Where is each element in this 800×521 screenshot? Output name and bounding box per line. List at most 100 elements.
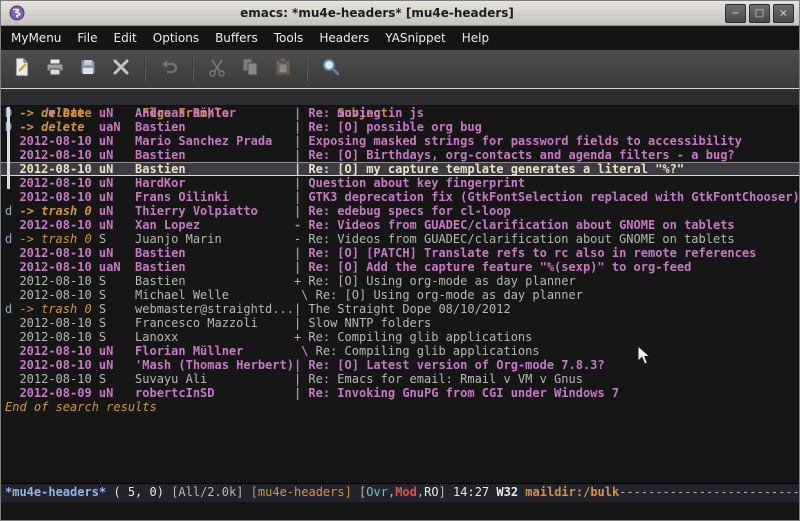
close-button[interactable]: × [773,4,794,23]
thread-indicator: | [294,120,308,134]
thread-indicator: \ [294,288,316,302]
message-row[interactable]: 2012-08-09uNrobertcInSD| Re: Invoking Gn… [1,386,799,400]
message-row[interactable]: D-> deleteuaNBastien| Re: [O] possible o… [1,120,799,134]
message-flags: uN [99,190,135,204]
message-row[interactable]: 2012-08-10uNFlorian Müllner \ Re: Compil… [1,344,799,358]
message-row[interactable]: d-> trash 0SJuanjo Marin- Re: Videos fro… [1,232,799,246]
cut-button[interactable] [202,55,232,83]
message-flags: uN [99,218,135,232]
message-row[interactable]: d-> trash 0uNThierry Volpiatto| Re: edeb… [1,204,799,218]
print-button[interactable] [40,55,70,83]
scrollbar-thumb[interactable] [7,107,10,189]
message-flags: S [99,330,135,344]
message-row[interactable]: 2012-08-10SBastien+ Re: [O] Using org-mo… [1,274,799,288]
message-date: 2012-08-10 [19,148,98,162]
search-button[interactable] [316,55,346,83]
message-row[interactable]: 2012-08-10uNBastien| Re: [O] Birthdays, … [1,148,799,162]
message-date: 2012-08-09 [19,386,98,400]
message-mark-action: -> delete [19,120,98,134]
message-row[interactable]: 2012-08-10SMichael Welle \ Re: [O] Using… [1,288,799,302]
message-from: HardKor [135,176,294,190]
message-row[interactable]: 2012-08-10uNFrans Oilinki| GTK3 deprecat… [1,190,799,204]
print-icon [44,56,66,82]
message-from: Florian Müllner [135,344,294,358]
message-row[interactable]: 2012-08-10uN'Mash (Thomas Herbert)| Re: … [1,358,799,372]
message-from: Michael Welle [135,288,294,302]
undo-icon [158,56,180,82]
message-subject: Re: moving in js [308,106,424,120]
maximize-button[interactable]: □ [749,4,770,23]
menu-item-options[interactable]: Options [145,28,207,48]
toolbar-separator [192,57,194,81]
message-date: 2012-08-10 [19,134,98,148]
message-date: 2012-08-10 [19,316,98,330]
toolbar-separator [306,57,308,81]
message-date: 2012-08-10 [19,274,98,288]
thread-indicator: | [294,386,308,400]
message-from: webmaster@straightd... [135,302,294,316]
thread-indicator: | [294,302,308,316]
message-flags: uaN [99,120,135,134]
message-row[interactable]: 2012-08-10uNHardKor| Question about key … [1,176,799,190]
thread-indicator: + [294,274,308,288]
message-from: Lanoxx [135,330,294,344]
close-buffer-button[interactable] [106,55,136,83]
menu-item-tools[interactable]: Tools [266,28,312,48]
message-flags: uN [99,176,135,190]
message-row[interactable]: D-> deleteuNAndreas Röhler| Re: moving i… [1,106,799,120]
message-mark [5,316,19,330]
menu-item-buffers[interactable]: Buffers [207,28,266,48]
message-from: Bastien [135,246,294,260]
menu-item-edit[interactable]: Edit [106,28,145,48]
menu-item-file[interactable]: File [69,28,105,48]
thread-indicator: | [294,372,308,386]
message-flags: uN [99,204,135,218]
message-mark [5,288,19,302]
thread-indicator: | [294,134,308,148]
menu-item-help[interactable]: Help [454,28,497,48]
minimize-button[interactable]: − [725,4,746,23]
end-of-results-text: End of search results [1,400,799,415]
menu-item-yasnippet[interactable]: YASnippet [377,28,454,48]
menu-item-headers[interactable]: Headers [311,28,377,48]
thread-indicator: - [294,218,308,232]
message-flags: uN [99,358,135,372]
modeline-segment: W32 [496,485,525,499]
message-row[interactable]: 2012-08-10uNBastien| Re: [O] [PATCH] Tra… [1,246,799,260]
paste-button[interactable] [268,55,298,83]
message-row[interactable]: 2012-08-10SSuvayu Ali| Re: Emacs for ema… [1,372,799,386]
message-from: Bastien [135,260,294,274]
close-buffer-icon [110,56,132,82]
thread-indicator: | [294,316,308,330]
new-file-button[interactable] [7,55,37,83]
message-date: 2012-08-10 [19,246,98,260]
message-date: 2012-08-10 [19,344,98,358]
paste-icon [272,56,294,82]
message-row[interactable]: 2012-08-10uaNBastien| Re: [O] Add the ca… [1,260,799,274]
message-row[interactable]: 2012-08-10SFrancesco Mazzoli| Slow NNTP … [1,316,799,330]
message-from: Bastien [135,274,294,288]
message-from: Francesco Mazzoli [135,316,294,330]
message-mark [5,358,19,372]
message-from: Bastien [135,120,294,134]
echo-area[interactable] [1,502,799,520]
message-row[interactable]: d-> trash 0Swebmaster@straightd...| The … [1,302,799,316]
thread-indicator: | [294,358,308,372]
copy-button[interactable] [235,55,265,83]
titlebar[interactable]: emacs: *mu4e-headers* [mu4e-headers] − □… [1,1,799,26]
message-row[interactable]: 2012-08-10uNXan Lopez- Re: Videos from G… [1,218,799,232]
message-row-current[interactable]: 2012-08-10uNBastien| Re: [O] my capture … [1,162,799,176]
undo-button[interactable] [154,55,184,83]
message-flags: S [99,372,135,386]
modeline-segment: Ovr [366,485,388,499]
save-button[interactable] [73,55,103,83]
menu-item-mymenu[interactable]: MyMenu [3,28,69,48]
thread-indicator: | [294,106,308,120]
save-icon [77,56,99,82]
message-row[interactable]: 2012-08-10uNMario Sanchez Prada| Exposin… [1,134,799,148]
thread-indicator: | [294,204,308,218]
message-from: Bastien [135,148,294,162]
message-mark: d [5,232,19,246]
message-row[interactable]: 2012-08-10SLanoxx+ Re: Compiling glib ap… [1,330,799,344]
message-flags: S [99,232,135,246]
